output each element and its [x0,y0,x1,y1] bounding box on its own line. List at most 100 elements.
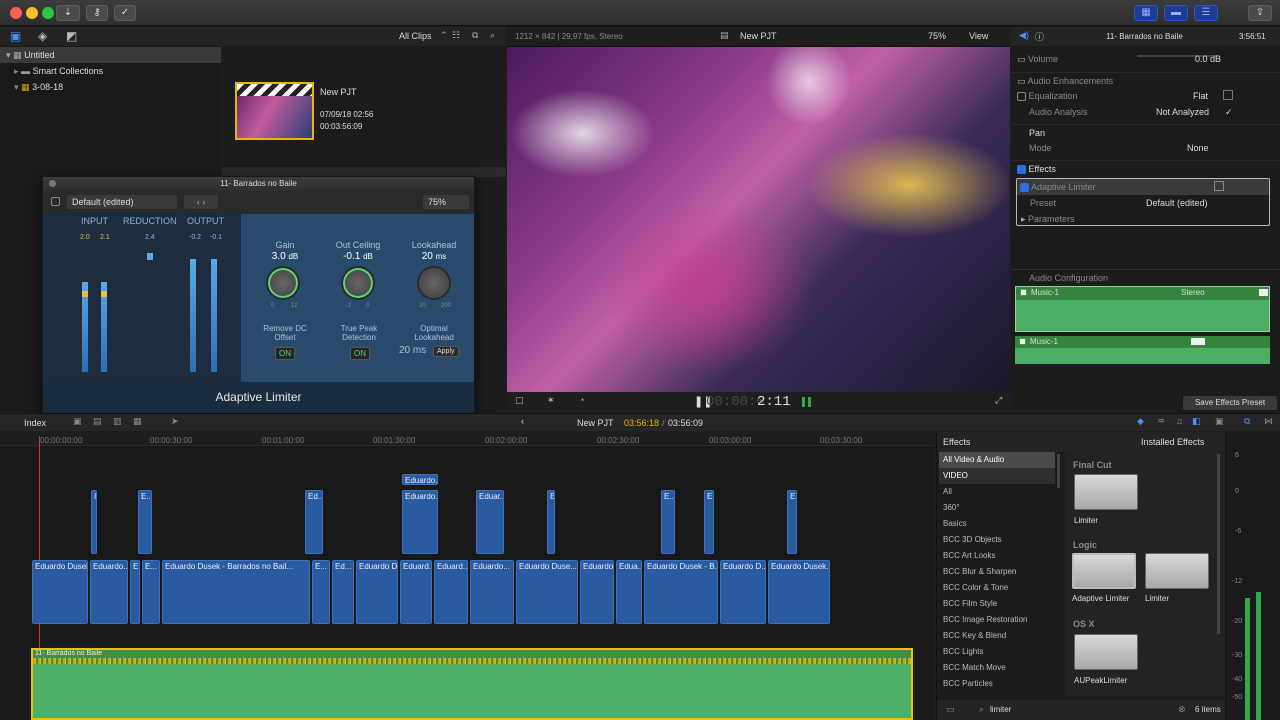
zoom-window-button[interactable] [42,7,54,19]
keywords-button[interactable]: ⚷ [86,5,108,21]
append-edit-icon[interactable]: ▣ [73,416,82,427]
sidebar-item-smart-collections[interactable]: ▸ ▬ Smart Collections [0,63,221,79]
info-icon[interactable]: ⓘ [1035,30,1044,43]
primary-clip[interactable]: Eduardo Dusek... [32,560,88,624]
snapping-icon[interactable]: ◧ [1192,416,1201,427]
overwrite-edit-icon[interactable]: ▥ [113,416,122,427]
preset-dropdown[interactable]: Default (edited) [67,195,177,209]
audio-component-stereo[interactable]: Music-1 Stereo [1015,286,1270,332]
list-view-icon[interactable]: ☷ [452,30,460,41]
titles-icon[interactable]: ◩ [66,29,77,43]
effects-search-input[interactable]: limiter [990,705,1011,714]
audio-clip[interactable]: 11- Barrados no Baile [31,648,913,720]
clip-appearance-tl-icon[interactable]: ▣ [1215,416,1224,427]
effects-category-item[interactable]: BCC Match Move [939,660,1055,676]
audio-component-mono[interactable]: Music-1 [1015,336,1270,364]
effects-category-item[interactable]: All [939,484,1055,500]
connected-clip[interactable]: Ed... [305,490,323,554]
eq-dropdown[interactable]: Flat [1193,88,1208,104]
connected-clip-top[interactable]: Eduardo... [402,474,438,485]
stereo-dropdown[interactable]: Stereo [1181,288,1205,297]
effects-category-item[interactable]: All Video & Audio [939,452,1055,468]
eq-editor-icon[interactable] [1223,90,1233,100]
select-tool-icon[interactable]: ➤ [171,416,179,427]
effects-category-item[interactable]: 360° [939,500,1055,516]
primary-clip[interactable]: Eduardo D... [720,560,766,624]
effect-enable-checkbox[interactable] [1020,183,1029,193]
primary-clip[interactable]: Edua... [616,560,642,624]
connected-clip[interactable]: E... [661,490,675,554]
connected-clip[interactable]: I [91,490,97,554]
waveform-icon[interactable]: ♒ [1157,416,1165,427]
effects-category-item[interactable]: BCC Lights [939,644,1055,660]
results-scrollbar[interactable] [1217,454,1220,634]
edit-options-icon[interactable]: ▦ [133,416,142,427]
effects-category-item[interactable]: VIDEO [939,468,1055,484]
true-peak-toggle[interactable]: ON [350,347,370,360]
save-effects-preset-button[interactable]: Save Effects Preset [1183,396,1277,410]
libraries-icon[interactable]: ▣ [10,29,21,43]
primary-clip[interactable]: Eduard... [434,560,468,624]
effects-category-item[interactable]: BCC Particles [939,676,1055,692]
aupeaklimiter-thumbnail[interactable] [1074,634,1138,670]
apply-button[interactable]: Apply [433,346,459,357]
search-icon[interactable]: ⌕ [490,30,495,41]
close-window-button[interactable] [10,7,22,19]
primary-clip[interactable]: Eduard... [400,560,432,624]
component-checkbox[interactable] [1020,289,1027,296]
enhance-icon[interactable]: ✶ [547,395,555,406]
minimize-window-button[interactable] [26,7,38,19]
effects-category-item[interactable]: BCC 3D Objects [939,532,1055,548]
audio-enhancements-row[interactable]: ▭ Audio Enhancements [1011,72,1280,88]
effects-category-item[interactable]: BCC Art Looks [939,548,1055,564]
crop-icon[interactable]: ▢ [515,395,524,406]
import-button[interactable]: ⇣ [56,5,80,21]
primary-clip[interactable]: Eduardo Dusek - Barrados no Bail... [162,560,310,624]
inspector-layout-icon[interactable]: ☰ [1194,5,1218,21]
connected-clip[interactable]: E [547,490,555,554]
remove-dc-toggle[interactable]: ON [275,347,295,360]
effects-browser-icon[interactable]: ⧉ [1244,416,1250,427]
timeline-layout-icon[interactable]: ▬ [1164,5,1188,21]
connected-clip[interactable]: E [704,490,714,554]
sidebar-toggle-icon[interactable]: ▭ [946,704,955,715]
primary-clip[interactable]: Eduardo... [580,560,614,624]
adaptive-limiter-thumbnail[interactable] [1072,553,1136,589]
primary-clip[interactable]: Eduardo Duse... [516,560,578,624]
effects-category-item[interactable]: BCC Blur & Sharpen [939,564,1055,580]
preset-prev-next[interactable]: ‹ › [184,195,218,209]
out-ceiling-knob[interactable] [341,266,375,300]
clip-filter-dropdown[interactable]: All Clips [399,31,432,41]
clip-appearance-icon[interactable]: ⧉ [472,30,478,41]
effects-category-item[interactable]: BCC Key & Blend [939,628,1055,644]
effects-category-item[interactable]: BCC Image Restoration [939,612,1055,628]
gain-knob[interactable] [266,266,300,300]
installed-effects-dropdown[interactable]: Installed Effects [1141,437,1204,447]
audio-inspector-icon[interactable]: ◀) [1019,30,1029,41]
connected-clip[interactable]: E [787,490,797,554]
lookahead-knob[interactable] [417,266,451,300]
video-audio-icon[interactable]: ◆ [1137,416,1144,427]
index-button[interactable]: Index [24,418,46,428]
magic-wand-icon[interactable]: ✓ [1225,104,1233,120]
primary-clip[interactable]: Eduardo... [470,560,514,624]
category-scrollbar[interactable] [1057,454,1060,488]
primary-clip[interactable]: Eduardo... [90,560,128,624]
effects-category-item[interactable]: BCC Perspective [939,692,1055,696]
headphones-icon[interactable]: ♫ [1176,416,1183,426]
connected-clip[interactable]: E... [138,490,152,554]
back-history-icon[interactable]: ‹ [521,416,524,426]
effect-editor-icon[interactable] [1214,181,1224,191]
effect-header[interactable]: Adaptive Limiter [1017,179,1269,195]
speed-icon[interactable]: ◔ [579,395,584,405]
equalization-checkbox[interactable] [1017,92,1026,102]
effects-category-item[interactable]: Basics [939,516,1055,532]
effects-checkbox[interactable] [1017,165,1026,175]
primary-clip[interactable]: E... [142,560,160,624]
transitions-browser-icon[interactable]: ⋈ [1264,416,1273,427]
logic-limiter-thumbnail[interactable] [1145,553,1209,589]
effects-category-item[interactable]: BCC Film Style [939,596,1055,612]
viewer-view-menu[interactable]: View [969,31,988,41]
background-tasks-button[interactable]: ✓ [114,5,136,21]
primary-clip[interactable]: Eduardo D... [356,560,398,624]
